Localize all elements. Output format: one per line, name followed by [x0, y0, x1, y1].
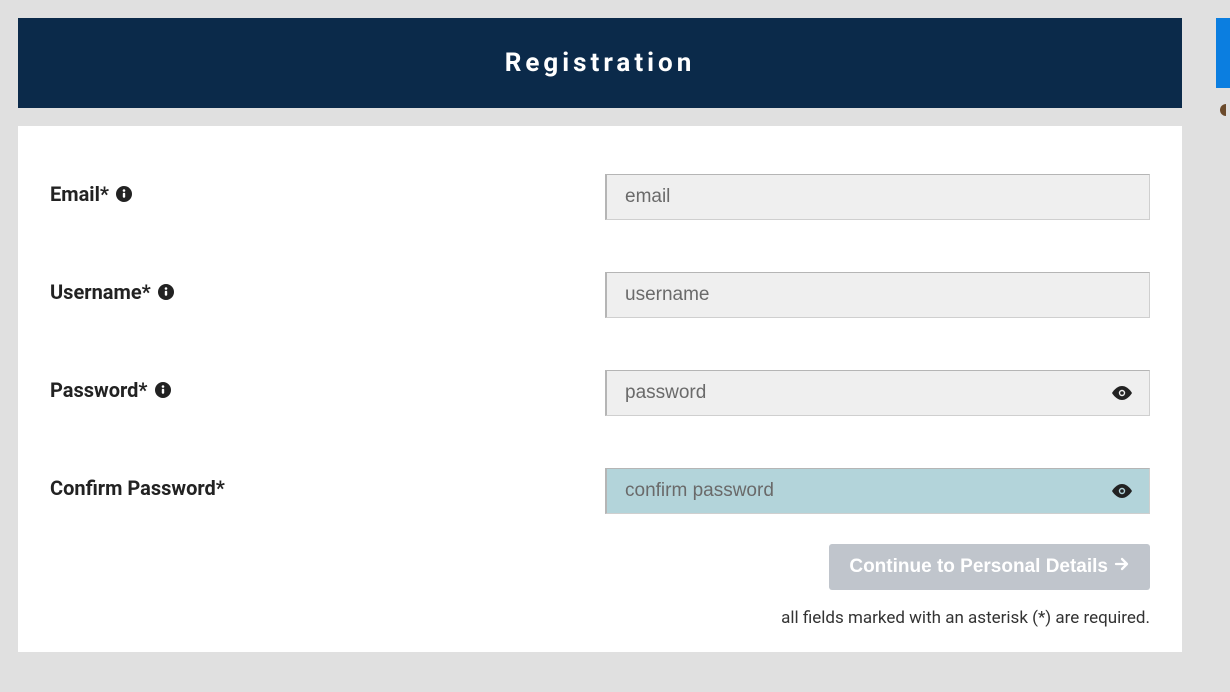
password-input-wrap: [605, 370, 1150, 416]
password-label-wrap: Password*: [50, 370, 605, 402]
info-icon[interactable]: [157, 283, 175, 301]
password-input[interactable]: [605, 370, 1150, 416]
username-label-wrap: Username*: [50, 272, 605, 304]
password-row: Password*: [50, 370, 1150, 416]
page-title: Registration: [505, 48, 696, 78]
info-icon[interactable]: [154, 381, 172, 399]
form-actions: Continue to Personal Details all fields …: [50, 544, 1150, 628]
side-accent: [1216, 18, 1230, 88]
email-row: Email*: [50, 174, 1150, 220]
registration-container: Registration Email* Username*: [0, 0, 1200, 670]
required-fields-note: all fields marked with an asterisk (*) a…: [50, 608, 1150, 628]
confirm-password-input-wrap: [605, 468, 1150, 514]
continue-button-label: Continue to Personal Details: [849, 556, 1108, 578]
page-header: Registration: [18, 18, 1182, 108]
eye-icon[interactable]: [1112, 383, 1132, 403]
username-input-wrap: [605, 272, 1150, 318]
confirm-password-row: Confirm Password*: [50, 468, 1150, 514]
continue-button[interactable]: Continue to Personal Details: [829, 544, 1150, 590]
arrow-right-icon: [1114, 556, 1130, 578]
info-icon[interactable]: [115, 185, 133, 203]
confirm-password-input[interactable]: [605, 468, 1150, 514]
username-label: Username*: [50, 280, 151, 304]
confirm-password-label: Confirm Password*: [50, 476, 225, 500]
username-input[interactable]: [605, 272, 1150, 318]
email-input[interactable]: [605, 174, 1150, 220]
username-row: Username*: [50, 272, 1150, 318]
side-avatar-partial: [1216, 102, 1226, 121]
password-label: Password*: [50, 378, 148, 402]
email-label-wrap: Email*: [50, 174, 605, 206]
eye-icon[interactable]: [1112, 481, 1132, 501]
email-input-wrap: [605, 174, 1150, 220]
registration-form-panel: Email* Username*: [18, 126, 1182, 652]
confirm-password-label-wrap: Confirm Password*: [50, 468, 605, 500]
email-label: Email*: [50, 182, 109, 206]
